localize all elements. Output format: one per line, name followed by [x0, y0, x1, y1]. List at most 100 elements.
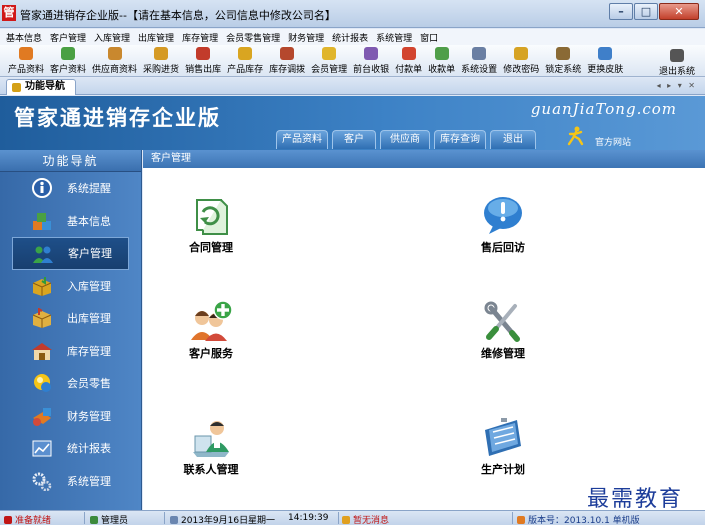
- toolbar-label: 销售出库: [185, 65, 222, 75]
- toolbar-sales-button[interactable]: 销售出库: [183, 45, 223, 75]
- sidebar-item-system[interactable]: 系统管理: [0, 465, 141, 498]
- status-message[interactable]: 暂无消息: [342, 513, 389, 525]
- sidebar-item-system-reminder[interactable]: 系统提醒: [0, 172, 141, 205]
- minimize-button[interactable]: –: [609, 3, 633, 20]
- banner: 管家通进销存企业版 guanJiaTong.com 产品资料 客户 供应商 库存查询退…: [0, 96, 705, 150]
- quick-tab-3[interactable]: 库存查询: [434, 130, 486, 149]
- settings-icon: [472, 47, 487, 60]
- menu-bar: 基本信息 客户管理 入库管理 出库管理 库存管理 会员零售管理 财务管理 统计报…: [0, 29, 705, 45]
- quick-tab-1[interactable]: 客户: [332, 130, 376, 149]
- toolbar-lock-button[interactable]: 锁定系统: [543, 45, 583, 75]
- quick-tab-0[interactable]: 产品资料: [276, 130, 328, 149]
- transfer-icon: [280, 47, 295, 60]
- menu-window[interactable]: 窗口: [416, 31, 442, 44]
- sidebar-item-member-retail[interactable]: 会员零售: [0, 367, 141, 400]
- toolbar-receipt-button[interactable]: 收款单: [426, 45, 457, 75]
- function-production-plan[interactable]: 生产计划: [473, 416, 533, 477]
- toolbar-exit-button[interactable]: 退出系统: [657, 47, 697, 77]
- customers-icon: [33, 246, 53, 263]
- quick-tab-2[interactable]: 供应商: [380, 130, 430, 149]
- menu-basic-info[interactable]: 基本信息: [2, 31, 46, 44]
- toolbar-payment-button[interactable]: 付款单: [393, 45, 424, 75]
- tab-strip: 功能导航 ◂ ▸ ▾ ✕: [0, 78, 705, 95]
- status-weekday: 星期一: [248, 516, 276, 525]
- toolbar-settings-button[interactable]: 系统设置: [459, 45, 499, 75]
- official-site-link[interactable]: 官方网站: [595, 135, 631, 148]
- app-logo-icon: 管: [2, 5, 16, 21]
- function-repair[interactable]: 维修管理: [473, 300, 533, 361]
- function-customer-service[interactable]: 客户服务: [181, 300, 241, 361]
- maximize-button[interactable]: □: [634, 3, 658, 20]
- menu-inventory[interactable]: 库存管理: [178, 31, 222, 44]
- toolbar-purchase-button[interactable]: 采购进货: [141, 45, 181, 75]
- function-contract[interactable]: 合同管理: [181, 196, 241, 255]
- supplier-icon: [107, 47, 122, 60]
- status-icon: [4, 516, 12, 524]
- toolbar-customer-button[interactable]: 客户资料: [48, 45, 88, 75]
- sidebar-item-label: 入库管理: [67, 279, 111, 293]
- tab-nav-controls[interactable]: ◂ ▸ ▾ ✕: [657, 81, 697, 90]
- toolbar-label: 采购进货: [143, 65, 180, 75]
- cashier-icon: [364, 47, 379, 60]
- tab-function-nav[interactable]: 功能导航: [6, 79, 76, 95]
- member-icon: [322, 47, 337, 60]
- function-label: 售后回访: [481, 241, 525, 254]
- member-icon: [34, 374, 51, 392]
- gears-icon: [32, 472, 52, 491]
- function-after-sales[interactable]: 售后回访: [473, 194, 533, 255]
- toolbar-stock-button[interactable]: 产品库存: [225, 45, 265, 75]
- toolbar-member-button[interactable]: 会员管理: [309, 45, 349, 75]
- status-version: 版本号：2013.10.1 单机版: [517, 513, 640, 525]
- maximize-icon: □: [640, 5, 652, 18]
- message-icon: [342, 516, 350, 524]
- menu-member-retail[interactable]: 会员零售管理: [222, 31, 284, 44]
- sidebar-item-customer-management[interactable]: 客户管理: [12, 237, 129, 270]
- product-icon: [19, 47, 33, 60]
- sidebar-item-finance[interactable]: 财务管理: [0, 400, 141, 433]
- menu-customer[interactable]: 客户管理: [46, 31, 90, 44]
- sidebar-item-inbound[interactable]: 入库管理: [0, 270, 141, 303]
- toolbar-label: 库存调拨: [269, 65, 306, 75]
- sidebar-item-outbound[interactable]: 出库管理: [0, 302, 141, 335]
- sidebar-item-reports[interactable]: 统计报表: [0, 432, 141, 465]
- toolbar-label: 产品库存: [227, 65, 264, 75]
- after-sales-icon: [484, 197, 522, 234]
- sidebar-title: 功能导航: [0, 150, 141, 172]
- toolbar-label: 退出系统: [658, 67, 695, 77]
- function-contacts[interactable]: 联系人管理: [175, 416, 247, 477]
- banner-site: guanJiaTong.com: [530, 100, 677, 118]
- production-plan-icon: [485, 418, 521, 456]
- tab-label: 功能导航: [25, 81, 65, 92]
- toolbar-label: 付款单: [395, 65, 423, 75]
- sidebar-item-label: 财务管理: [67, 409, 111, 423]
- title-bar: 管 管家通进销存企业版--【请在基本信息，公司信息中修改公司名】 – □ ✕: [0, 0, 705, 28]
- function-label: 维修管理: [481, 347, 525, 360]
- star-icon: [12, 83, 21, 92]
- menu-system[interactable]: 系统管理: [372, 31, 416, 44]
- close-button[interactable]: ✕: [659, 3, 699, 20]
- info-icon: [32, 178, 52, 198]
- sidebar-item-basic-info[interactable]: 基本信息: [0, 205, 141, 238]
- toolbar-supplier-button[interactable]: 供应商资料: [90, 45, 139, 75]
- toolbar-transfer-button[interactable]: 库存调拨: [267, 45, 307, 75]
- content-panel: 客户管理 合同管理 售后回访 客户服务 维修管理 联系人管理 生产计划: [143, 150, 705, 510]
- sidebar-item-inventory[interactable]: 库存管理: [0, 335, 141, 368]
- quick-tab-4[interactable]: 退出: [490, 130, 536, 149]
- menu-outbound[interactable]: 出库管理: [134, 31, 178, 44]
- sidebar-item-label: 基本信息: [67, 214, 111, 228]
- breadcrumb: 客户管理: [143, 150, 705, 168]
- toolbar-label: 前台收银: [353, 65, 390, 75]
- status-ready: 准备就绪: [4, 513, 51, 525]
- toolbar-label: 会员管理: [311, 65, 348, 75]
- status-bar: 准备就绪 管理员 2013年9月16日 星期一 14:19:39 暂无消息 版本…: [0, 510, 705, 525]
- toolbar-product-button[interactable]: 产品资料: [6, 45, 46, 75]
- toolbar-cashier-button[interactable]: 前台收银: [351, 45, 391, 75]
- lock-icon: [556, 47, 571, 60]
- menu-reports[interactable]: 统计报表: [328, 31, 372, 44]
- menu-inbound[interactable]: 入库管理: [90, 31, 134, 44]
- customer-icon: [61, 47, 76, 60]
- watermark: 最需教育: [587, 487, 684, 512]
- toolbar-password-button[interactable]: 修改密码: [501, 45, 541, 75]
- toolbar-skin-button[interactable]: 更换皮肤: [585, 45, 625, 75]
- menu-finance[interactable]: 财务管理: [284, 31, 328, 44]
